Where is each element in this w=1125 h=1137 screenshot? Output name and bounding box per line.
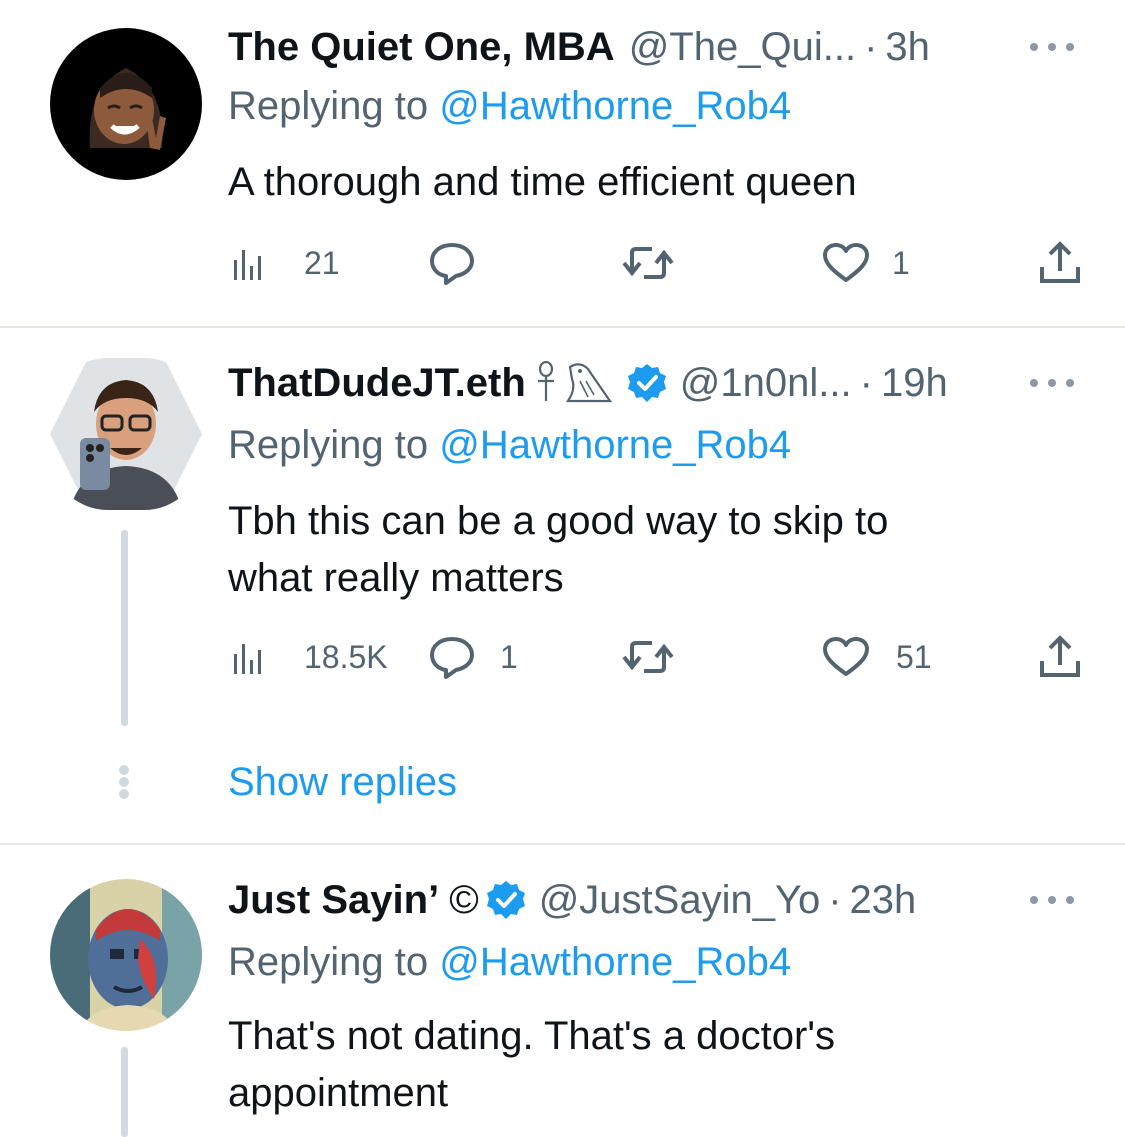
- tweet-text: A thorough and time efficient queen: [228, 160, 857, 204]
- replying-prefix: Replying to: [228, 940, 440, 984]
- reply-button[interactable]: 1: [428, 632, 518, 682]
- display-name[interactable]: Just Sayin’: [228, 878, 439, 923]
- retweet-button[interactable]: [622, 632, 674, 682]
- separator-dot: ·: [828, 877, 842, 922]
- timestamp[interactable]: 19h: [881, 361, 948, 406]
- selfie-avatar-image: [50, 358, 202, 510]
- tweet-3[interactable]: Just Sayin’ © @JustSayin_Yo · 23h Replyi…: [0, 845, 1125, 1137]
- mention-link[interactable]: @Hawthorne_Rob4: [439, 423, 791, 467]
- like-button[interactable]: 1: [822, 238, 910, 288]
- retweet-button[interactable]: [622, 238, 674, 288]
- display-name[interactable]: ThatDudeJT.eth: [228, 361, 526, 406]
- speech-bubble-icon: [430, 243, 474, 285]
- replying-to-line: Replying to @Hawthorne_Rob4: [228, 423, 791, 468]
- tweet-text: That's not dating. That's a doctor's app…: [228, 1014, 835, 1115]
- like-button[interactable]: 51: [822, 632, 932, 682]
- tweet-header: The Quiet One, MBA @The_Qui... · 3h: [228, 22, 930, 72]
- bar-chart-icon: [234, 644, 261, 674]
- action-bar: 21 1: [228, 238, 1098, 288]
- tweet-text: Tbh this can be a good way to skip to wh…: [228, 499, 889, 600]
- replying-prefix: Replying to: [228, 84, 440, 128]
- mention-link[interactable]: @Hawthorne_Rob4: [439, 84, 791, 128]
- timestamp[interactable]: 3h: [885, 25, 930, 70]
- heart-icon: [823, 243, 869, 282]
- views-button[interactable]: 21: [232, 238, 340, 288]
- memoji-avatar-image: [50, 28, 202, 180]
- likes-count: 51: [896, 638, 932, 675]
- handle[interactable]: @The_Qui...: [629, 25, 856, 70]
- thread-connector-line: [121, 1047, 128, 1137]
- handle[interactable]: @1n0nl...: [680, 361, 852, 406]
- more-icon[interactable]: [1030, 37, 1074, 57]
- separator-dot: ·: [859, 360, 873, 405]
- copyright-glyph: ©: [449, 877, 479, 922]
- tweet-header: Just Sayin’ © @JustSayin_Yo · 23h: [228, 875, 916, 925]
- retweet-arrows-icon: [622, 247, 674, 279]
- avatar[interactable]: [50, 358, 202, 510]
- replying-prefix: Replying to: [228, 423, 440, 467]
- tweet-1[interactable]: The Quiet One, MBA @The_Qui... · 3h Repl…: [0, 0, 1125, 326]
- share-upload-icon: [1040, 635, 1080, 677]
- thread-gap-dots: [118, 765, 130, 799]
- separator-dot: ·: [864, 24, 878, 69]
- verified-badge-icon: [626, 362, 668, 404]
- retweet-arrows-icon: [622, 641, 674, 673]
- speech-bubble-icon: [430, 637, 474, 679]
- views-button[interactable]: 18.5K: [232, 632, 388, 682]
- verified-badge-icon: [485, 879, 527, 921]
- ankh-owl-hieroglyph-icon: [537, 361, 612, 403]
- display-name[interactable]: The Quiet One, MBA: [228, 25, 615, 70]
- likes-count: 1: [892, 244, 910, 281]
- show-replies-link[interactable]: Show replies: [228, 760, 457, 805]
- avatar[interactable]: [50, 879, 202, 1031]
- tweet-header: ThatDudeJT.eth @1n0nl... · 19h: [228, 358, 948, 408]
- handle[interactable]: @JustSayin_Yo: [539, 878, 821, 923]
- tweet-2[interactable]: ThatDudeJT.eth @1n0nl... · 19h Replying …: [0, 328, 1125, 843]
- views-count: 21: [304, 244, 340, 281]
- action-bar: 18.5K 1 51: [228, 632, 1098, 682]
- share-button[interactable]: [1038, 238, 1082, 288]
- timestamp[interactable]: 23h: [850, 878, 917, 923]
- name-emoji-glyphs: [536, 361, 620, 405]
- mention-link[interactable]: @Hawthorne_Rob4: [439, 940, 791, 984]
- heart-icon: [823, 637, 869, 676]
- more-icon[interactable]: [1030, 890, 1074, 910]
- share-upload-icon: [1040, 241, 1080, 283]
- replying-to-line: Replying to @Hawthorne_Rob4: [228, 940, 791, 985]
- portrait-avatar-image: [50, 879, 202, 1031]
- avatar[interactable]: [50, 28, 202, 180]
- share-button[interactable]: [1038, 632, 1082, 682]
- views-count: 18.5K: [304, 638, 388, 675]
- replies-count: 1: [500, 638, 518, 675]
- replying-to-line: Replying to @Hawthorne_Rob4: [228, 84, 791, 129]
- reply-button[interactable]: [428, 238, 476, 288]
- more-icon[interactable]: [1030, 373, 1074, 393]
- bar-chart-icon: [234, 250, 261, 280]
- thread-connector-line: [121, 530, 128, 726]
